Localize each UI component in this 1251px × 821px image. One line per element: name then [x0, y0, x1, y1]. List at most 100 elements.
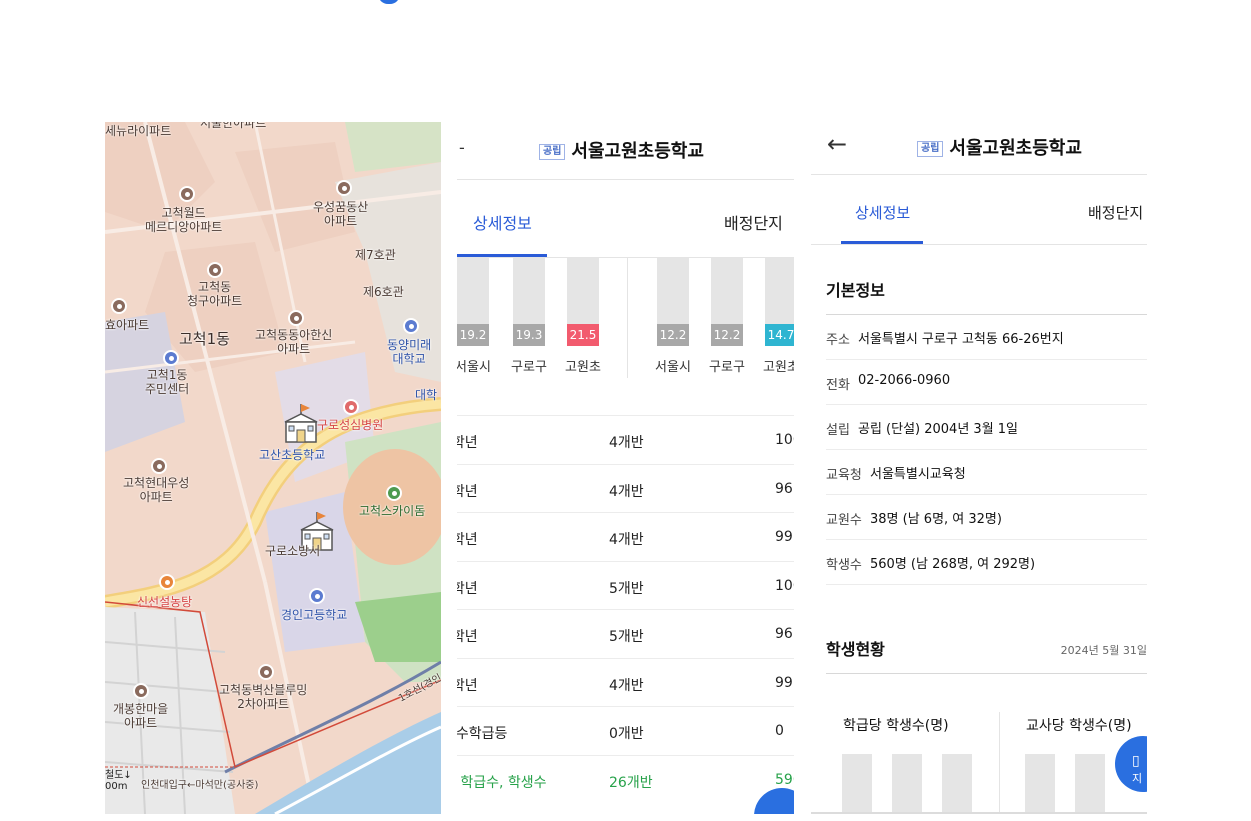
table-row: 특수학급등 0개반 0 [457, 706, 794, 754]
bar-category-label: 구로구 [709, 360, 745, 375]
school-detail[interactable]: ← 공립 서울고원초등학교 상세정보 배정단지 기본정보 주소 서울특별시 구로구… [811, 122, 1147, 814]
table-cell: 4학년 [457, 580, 478, 597]
info-key: 설립 [826, 423, 850, 438]
apartment-pin-icon[interactable] [111, 298, 127, 314]
chart-bar [942, 754, 972, 814]
map-label-center: 고척1동 주민센터 [145, 368, 190, 396]
tab-detail[interactable]: 상세정보 [473, 210, 532, 234]
community-center-pin-icon[interactable] [163, 350, 179, 366]
info-row-phone: 전화 02-2066-0960 [826, 360, 1147, 405]
bar-category-label: 고원초 [565, 360, 601, 375]
chart-bar [842, 754, 872, 814]
back-arrow-icon[interactable]: ← [827, 132, 847, 156]
info-row-office: 교육청 서울특별시교육청 [826, 450, 1147, 495]
bar-category-label: 서울시 [457, 360, 491, 375]
school-marker-icon[interactable] [282, 402, 320, 444]
table-cell: 3학년 [457, 532, 478, 548]
map-label-dongyang: 동양미래 대학교 [387, 338, 432, 366]
table-row: 2학년 4개반 96 [457, 463, 794, 512]
map-label-dong7: 제7호관 [355, 248, 396, 262]
map-label-top: 세뉴라이파트 [105, 124, 172, 138]
apartment-pin-icon[interactable] [207, 262, 223, 278]
table-row: 총 학급수, 학생수 26개반 590 [457, 754, 794, 803]
top-cut-element [378, 0, 400, 4]
apartment-pin-icon[interactable] [151, 458, 167, 474]
tab-assign[interactable]: 배정단지 [724, 210, 783, 234]
table-row: 5학년 5개반 96 [457, 609, 794, 657]
bar-category-label: 서울시 [655, 360, 691, 375]
map-label-guro: 구로소방서 [265, 544, 321, 558]
map-label-hyundai: 고척현대우성 아파트 [123, 476, 190, 504]
bar-value: 14.7 [765, 324, 794, 346]
restaurant-pin-icon[interactable] [159, 574, 175, 590]
table-cell: 4개반 [609, 483, 644, 500]
table-cell: 26개반 [609, 774, 653, 791]
phone-value[interactable]: 02-2066-0960 [858, 373, 950, 388]
table-cell: 0개반 [609, 726, 644, 742]
table-cell: 96 [775, 626, 793, 642]
table-row: 4학년 5개반 100 [457, 560, 794, 609]
info-row-address: 주소 서울특별시 구로구 고척동 66-26번지 [826, 315, 1147, 360]
chart-bar [892, 754, 922, 814]
table-cell: 1학년 [457, 435, 478, 451]
tab-detail[interactable]: 상세정보 [855, 202, 910, 223]
table-cell: 6학년 [457, 677, 478, 694]
table-cell: 100 [775, 432, 794, 448]
map-label-hyo: 효아파트 [105, 318, 150, 332]
chart-bar [1075, 754, 1105, 814]
school-name: 서울고원초등학교 [571, 141, 704, 162]
school-pin-icon[interactable] [309, 588, 325, 604]
chart-bar [1025, 754, 1055, 814]
map-label-gaebong: 개봉한마을 아파트 [113, 702, 169, 730]
map-label-cheonggu: 고척동 청구아파트 [187, 280, 243, 308]
basic-info-title: 기본정보 [826, 281, 885, 300]
table-cell: 96 [775, 480, 793, 497]
page-title: 공립 서울고원초등학교 [539, 137, 704, 163]
info-key: 전화 [826, 378, 850, 393]
info-row-founded: 설립 공립 (단설) 2004년 3월 1일 [826, 405, 1147, 450]
map-label-ahansin: 고척동동아한신 아파트 [255, 328, 333, 356]
school-name: 서울고원초등학교 [949, 138, 1082, 159]
hospital-pin-icon[interactable] [343, 399, 359, 415]
info-key: 교육청 [826, 468, 862, 483]
map-fab-button[interactable]: ▯ 지 [1115, 736, 1147, 792]
map-book-icon: ▯ [1132, 753, 1140, 769]
university-pin-icon[interactable] [403, 318, 419, 334]
student-status-title: 학생현황 [826, 640, 885, 659]
public-badge: 공립 [917, 141, 944, 157]
founded-value: 공립 (단설) 2004년 3월 1일 [858, 422, 1019, 437]
table-row: 6학년 4개반 99 [457, 657, 794, 706]
info-row-students: 학생수 560명 (남 268명, 여 292명) [826, 540, 1147, 585]
map-label-byeoksan: 고척동벽산블루밍 2차아파트 [219, 683, 308, 711]
students-value: 560명 (남 268명, 여 292명) [870, 557, 1036, 572]
per-class-label: 학급당 학생수(명) [843, 718, 949, 734]
table-cell: 100 [775, 577, 794, 594]
stadium-pin-icon[interactable] [386, 485, 402, 501]
map-label-gocheok1dong: 고척1동 [179, 330, 230, 348]
apartment-pin-icon[interactable] [288, 310, 304, 326]
map-label-road: 인천대입구←마석만(공사중) [141, 780, 259, 791]
map-label-daehak: 대학 [415, 388, 438, 402]
apartment-pin-icon[interactable] [258, 664, 274, 680]
tab-divider [457, 257, 794, 258]
bar-value: 21.5 [567, 324, 599, 346]
map-view[interactable]: 세뉴라이파트 서울한아파트 고척월드 메르디앙아파트 우성꿈동산 아파트 제7호… [105, 122, 441, 814]
table-row: 3학년 4개반 99 [457, 512, 794, 560]
stats-date: 2024년 5월 31일 [1060, 644, 1147, 657]
apartment-pin-icon[interactable] [133, 683, 149, 699]
school-detail-scrolled[interactable]: - 공립 서울고원초등학교 상세정보 배정단지 19.2 서울시 19.3 구로구 21.… [457, 122, 794, 814]
apartment-pin-icon[interactable] [179, 186, 195, 202]
apartment-pin-icon[interactable] [336, 180, 352, 196]
table-cell: 99 [775, 529, 793, 545]
back-icon[interactable]: - [459, 138, 465, 157]
info-key: 학생수 [826, 558, 862, 573]
office-value: 서울특별시교육청 [870, 467, 966, 482]
table-cell: 5개반 [609, 629, 644, 645]
tab-assign[interactable]: 배정단지 [1088, 202, 1143, 223]
teachers-value: 38명 (남 6명, 여 32명) [870, 512, 1002, 527]
bar-category-label: 고원초 [763, 360, 794, 375]
map-label-gosan-school: 고산초등학교 [259, 448, 326, 462]
page-title: 공립 서울고원초등학교 [917, 134, 1082, 160]
chart-divider [627, 258, 628, 378]
map-label-dong6: 제6호관 [363, 285, 404, 299]
